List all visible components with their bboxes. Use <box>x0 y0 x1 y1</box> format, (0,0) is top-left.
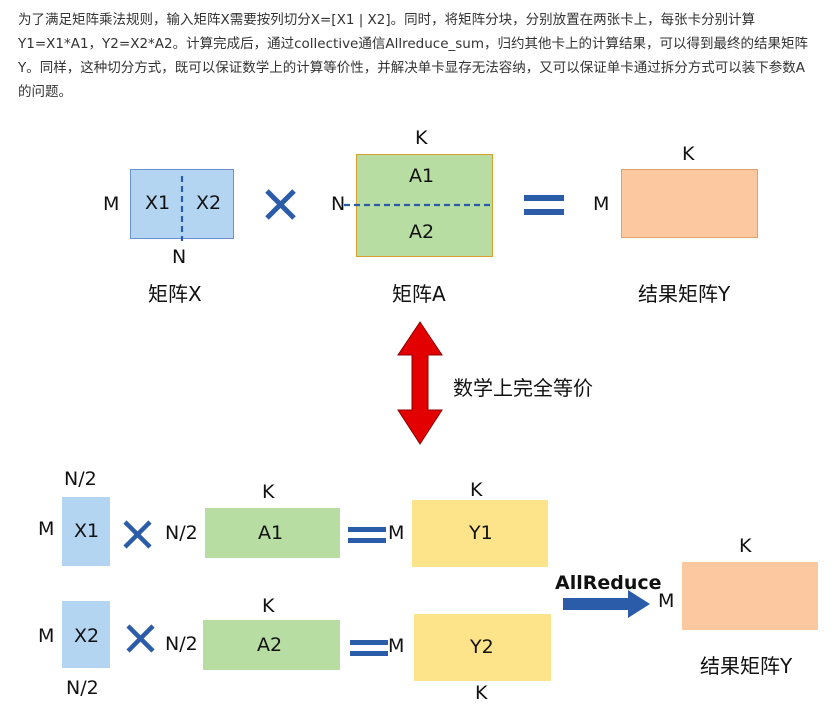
double-arrow-icon <box>397 321 443 445</box>
multiply-icon <box>123 520 152 549</box>
diagram-overlay <box>123 176 650 656</box>
allreduce-arrow-icon <box>563 590 650 618</box>
equals-icon <box>524 195 564 215</box>
equals-icon <box>350 640 388 656</box>
multiply-icon <box>265 189 296 220</box>
multiply-icon <box>126 624 155 653</box>
equals-icon <box>348 527 386 543</box>
